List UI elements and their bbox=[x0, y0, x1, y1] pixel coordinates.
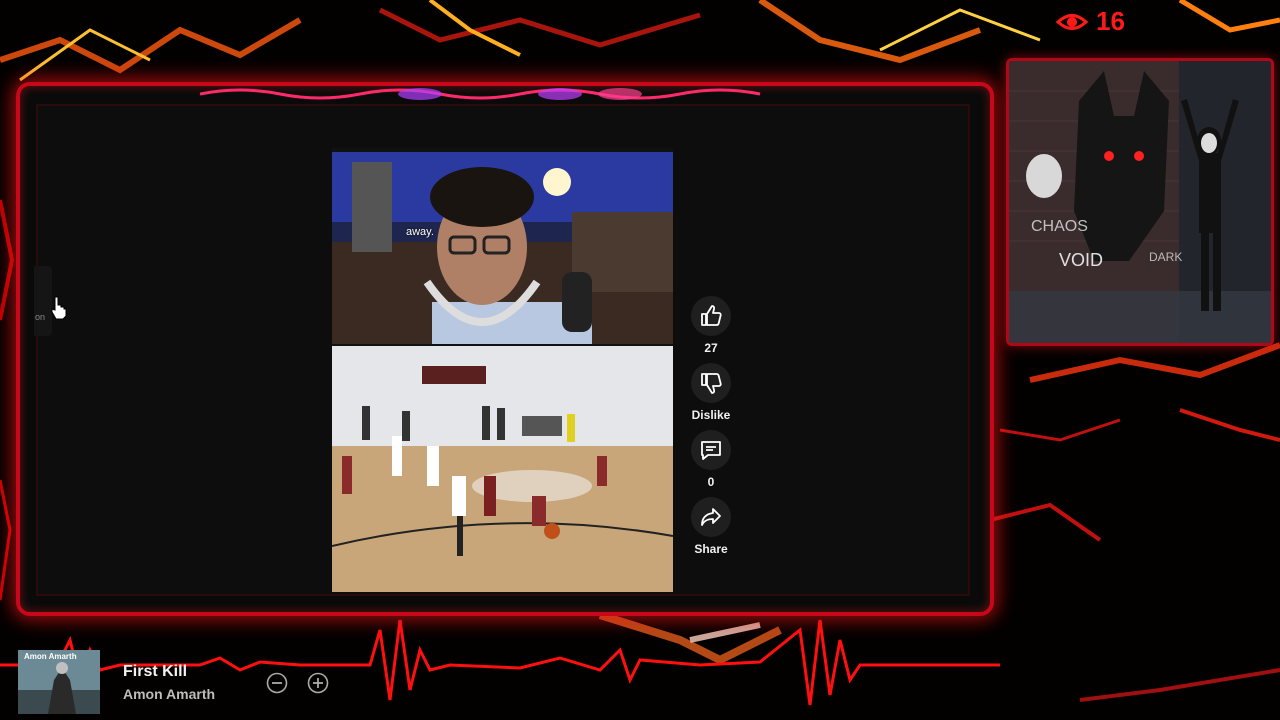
frame-glow-decoration bbox=[200, 88, 761, 100]
plus-circle-icon[interactable] bbox=[307, 672, 329, 694]
share-action: Share bbox=[686, 497, 736, 556]
thumbs-down-icon bbox=[701, 373, 722, 394]
track-title: First Kill bbox=[123, 663, 188, 680]
share-label: Share bbox=[694, 542, 728, 556]
share-button[interactable] bbox=[691, 497, 731, 537]
thumbs-up-icon bbox=[701, 305, 722, 326]
shorts-actions: 27 Dislike 0 Share bbox=[686, 296, 736, 564]
minus-circle-icon[interactable] bbox=[266, 672, 288, 694]
hand-cursor-icon bbox=[51, 296, 67, 320]
video-caption: away. bbox=[406, 226, 434, 238]
short-video-player[interactable]: away. bbox=[332, 148, 673, 592]
dislike-label: Dislike bbox=[691, 408, 731, 422]
sidebar-handle-label: on bbox=[35, 312, 46, 322]
share-arrow-icon bbox=[701, 508, 721, 526]
track-artist: Amon Amarth bbox=[123, 686, 216, 702]
like-count: 27 bbox=[704, 341, 718, 355]
album-art: Amon Amarth bbox=[18, 650, 100, 714]
dislike-action: Dislike bbox=[686, 363, 736, 422]
comment-icon bbox=[701, 441, 721, 460]
webcam-feed bbox=[332, 152, 673, 344]
viewer-count: 16 bbox=[1056, 6, 1125, 37]
comment-count: 0 bbox=[707, 475, 715, 489]
graffiti-text-void: VOID bbox=[1059, 250, 1103, 270]
comments-button[interactable] bbox=[691, 430, 731, 470]
like-action: 27 bbox=[686, 296, 736, 355]
overlay-artwork: CHAOS VOID DARK bbox=[1006, 58, 1274, 346]
demon-graffiti-image: CHAOS VOID DARK bbox=[1009, 61, 1271, 343]
graffiti-text-chaos: CHAOS bbox=[1031, 218, 1088, 235]
dislike-button[interactable] bbox=[691, 363, 731, 403]
eye-icon bbox=[1056, 13, 1088, 30]
album-art-text: Amon Amarth bbox=[24, 652, 77, 661]
graffiti-text-dark: DARK bbox=[1149, 250, 1182, 264]
viewer-count-value: 16 bbox=[1096, 6, 1125, 36]
comment-action: 0 bbox=[686, 430, 736, 489]
like-button[interactable] bbox=[691, 296, 731, 336]
basketball-clip bbox=[332, 346, 673, 592]
